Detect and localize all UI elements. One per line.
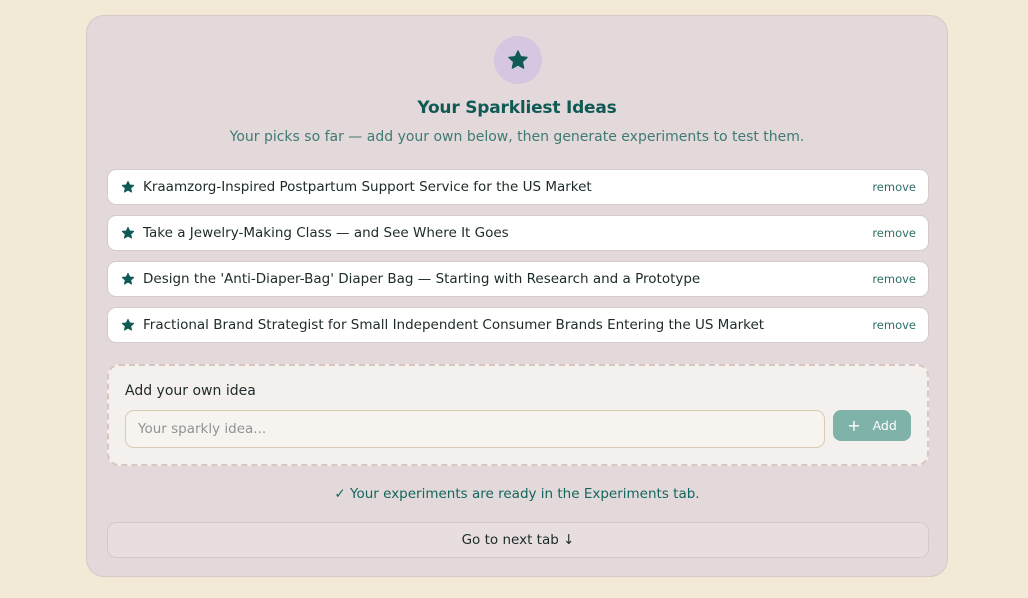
idea-text: Kraamzorg-Inspired Postpartum Support Se… bbox=[143, 179, 592, 195]
star-badge bbox=[494, 36, 542, 84]
next-tab-button[interactable]: Go to next tab ↓ bbox=[107, 522, 929, 558]
add-idea-panel: Add your own idea + Add bbox=[107, 364, 929, 466]
add-button-label: Add bbox=[872, 418, 897, 433]
remove-idea-button[interactable]: remove bbox=[872, 226, 916, 240]
remove-idea-button[interactable]: remove bbox=[872, 180, 916, 194]
star-icon bbox=[121, 318, 135, 332]
star-icon bbox=[121, 226, 135, 240]
idea-item: Kraamzorg-Inspired Postpartum Support Se… bbox=[107, 169, 929, 205]
idea-item: Fractional Brand Strategist for Small In… bbox=[107, 307, 929, 343]
idea-text: Take a Jewelry-Making Class — and See Wh… bbox=[143, 225, 509, 241]
page-subtitle: Your picks so far — add your own below, … bbox=[229, 129, 805, 145]
remove-idea-button[interactable]: remove bbox=[872, 272, 916, 286]
page-title: Your Sparkliest Ideas bbox=[417, 98, 617, 118]
plus-icon: + bbox=[847, 415, 861, 435]
idea-text: Fractional Brand Strategist for Small In… bbox=[143, 317, 765, 333]
remove-idea-button[interactable]: remove bbox=[872, 318, 916, 332]
add-idea-button[interactable]: + Add bbox=[833, 410, 911, 441]
idea-item: Design the 'Anti-Diaper-Bag' Diaper Bag … bbox=[107, 261, 929, 297]
ideas-card: Your Sparkliest Ideas Your picks so far … bbox=[86, 15, 948, 577]
ideas-list: Kraamzorg-Inspired Postpartum Support Se… bbox=[107, 169, 929, 353]
status-message: ✓ Your experiments are ready in the Expe… bbox=[334, 486, 700, 502]
idea-text: Design the 'Anti-Diaper-Bag' Diaper Bag … bbox=[143, 271, 701, 287]
add-idea-label: Add your own idea bbox=[125, 383, 256, 399]
idea-item: Take a Jewelry-Making Class — and See Wh… bbox=[107, 215, 929, 251]
star-icon bbox=[121, 272, 135, 286]
star-icon bbox=[121, 180, 135, 194]
next-tab-label: Go to next tab ↓ bbox=[461, 532, 575, 548]
idea-input[interactable] bbox=[125, 410, 825, 448]
star-icon bbox=[508, 50, 528, 69]
